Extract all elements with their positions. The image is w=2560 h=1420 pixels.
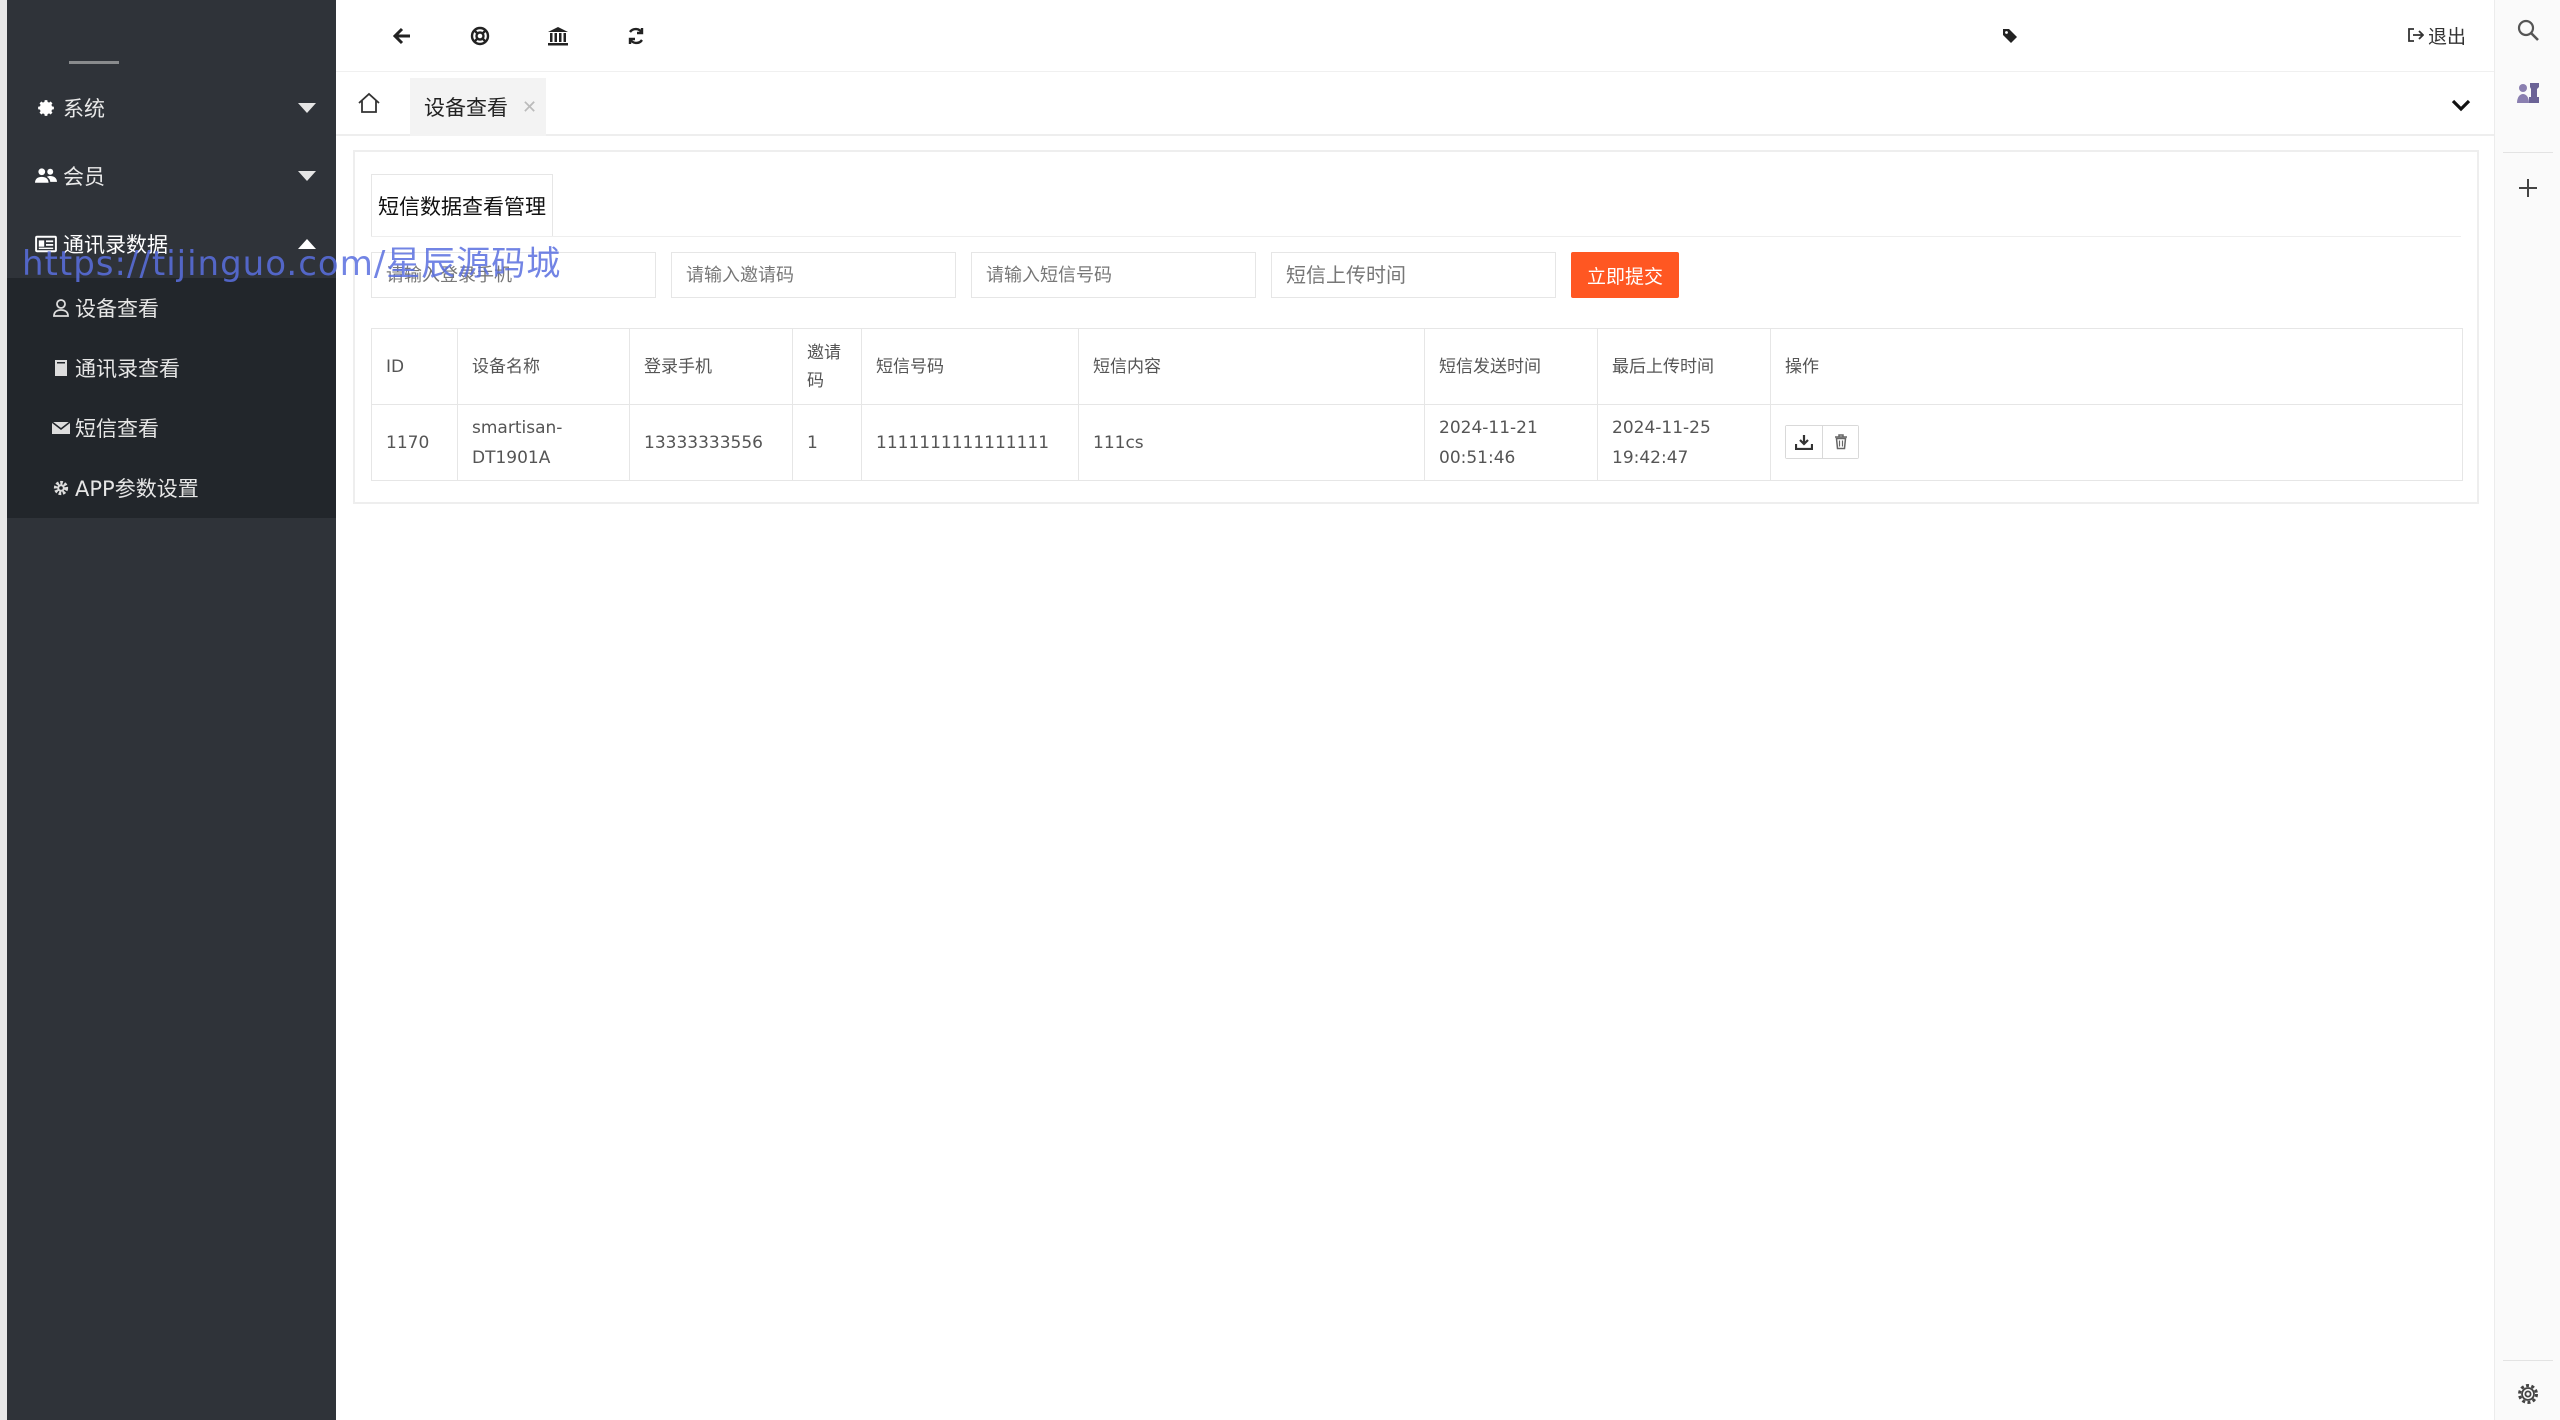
- sidebar-item-label: 设备查看: [75, 297, 159, 321]
- sidebar-submenu: 设备查看 通讯录查看 短信查看 APP参数设置: [7, 278, 336, 518]
- users-icon: [35, 165, 57, 187]
- tag-icon[interactable]: [1996, 22, 2024, 50]
- sidebar-menu-label: 系统: [63, 97, 105, 121]
- sidebar-menu-member[interactable]: 会员: [7, 142, 336, 210]
- cell-device-name: smartisan-DT1901A: [457, 404, 630, 481]
- logout-label: 退出: [2427, 26, 2466, 48]
- right-tool-strip: [2494, 0, 2560, 1420]
- watermark-text: https://tijinguo.com/星辰源码城: [22, 244, 562, 284]
- settings-gear-icon[interactable]: [2514, 1380, 2542, 1408]
- delete-button[interactable]: [1822, 426, 1858, 458]
- book-icon: [51, 358, 71, 378]
- bank-icon[interactable]: [544, 22, 572, 50]
- divider: [371, 236, 2461, 237]
- arrow-left-icon[interactable]: [388, 22, 416, 50]
- cell-id: 1170: [371, 404, 458, 481]
- column-header[interactable]: 设备名称: [457, 328, 630, 405]
- plus-icon[interactable]: [2514, 174, 2542, 202]
- gear-icon: [51, 478, 71, 498]
- cell-upload-time: 2024-11-25 19:42:47: [1597, 404, 1771, 481]
- column-header[interactable]: 短信号码: [861, 328, 1079, 405]
- tab-label: 设备查看: [424, 96, 508, 120]
- cell-send-time: 2024-11-21 00:51:46: [1424, 404, 1598, 481]
- tab-bar: 设备查看 ✕: [336, 72, 2494, 136]
- cell-sms-number: 1111111111111111: [861, 404, 1079, 481]
- sidebar-item-contacts-view[interactable]: 通讯录查看: [7, 338, 336, 398]
- column-header[interactable]: 短信内容: [1078, 328, 1425, 405]
- logout-icon: [2408, 25, 2425, 47]
- cell-sms-content: 111cs: [1078, 404, 1425, 481]
- table-row: 1170 smartisan-DT1901A 13333333556 1 111…: [371, 404, 2463, 481]
- submit-button[interactable]: 立即提交: [1571, 252, 1680, 298]
- close-icon[interactable]: ✕: [522, 97, 537, 118]
- download-button[interactable]: [1786, 426, 1822, 458]
- sidebar-item-sms-view[interactable]: 短信查看: [7, 398, 336, 458]
- column-header[interactable]: 操作: [1770, 328, 2463, 405]
- sidebar-item-label: 通讯录查看: [75, 357, 180, 381]
- envelope-icon: [51, 418, 71, 438]
- top-header: 退出: [336, 0, 2494, 72]
- chess-pieces-icon[interactable]: [2514, 78, 2542, 106]
- column-header[interactable]: 邀请码: [792, 328, 862, 405]
- divider: [2503, 1360, 2553, 1361]
- sidebar-menu-label: 会员: [63, 165, 105, 189]
- column-header-text: 邀请码: [807, 342, 841, 391]
- divider: [2503, 152, 2553, 153]
- device-name-text: smartisan-DT1901A: [472, 417, 563, 468]
- chevron-down-icon[interactable]: [2448, 92, 2474, 118]
- cell-login-phone: 13333333556: [629, 404, 793, 481]
- column-header[interactable]: 登录手机: [629, 328, 793, 405]
- invite-code-input[interactable]: [671, 252, 956, 298]
- upload-time-input[interactable]: [1271, 252, 1556, 298]
- left-edge-strip: [0, 0, 7, 1420]
- main-panel: 短信数据查看管理 立即提交 ID 设备名称 登录手机 邀请码 短信号码 短信内容…: [353, 150, 2479, 504]
- sidebar-logo: [7, 0, 336, 74]
- cell-invite-code: 1: [792, 404, 862, 481]
- column-header[interactable]: ID: [371, 328, 458, 405]
- trash-icon: [1834, 434, 1847, 450]
- sidebar-menu-system[interactable]: 系统: [7, 74, 336, 142]
- user-icon: [51, 298, 71, 318]
- upload-time-text: 2024-11-25 19:42:47: [1612, 417, 1711, 468]
- download-icon: [1795, 435, 1813, 450]
- app-root: 系统 会员 通讯录数据 设备查看 通讯录查看 短信查看 APP参数设置 http…: [0, 0, 2560, 1420]
- search-form: 立即提交: [371, 252, 1680, 300]
- sidebar-item-device-view[interactable]: 设备查看: [7, 278, 336, 338]
- send-time-text: 2024-11-21 00:51:46: [1439, 417, 1538, 468]
- column-header[interactable]: 最后上传时间: [1597, 328, 1771, 405]
- tab-device-view[interactable]: 设备查看 ✕: [410, 78, 546, 136]
- sms-number-input[interactable]: [971, 252, 1256, 298]
- column-header[interactable]: 短信发送时间: [1424, 328, 1598, 405]
- home-icon[interactable]: [354, 88, 384, 118]
- logout-button[interactable]: 退出: [2408, 22, 2466, 49]
- sidebar-item-label: APP参数设置: [75, 477, 199, 501]
- caret-down-icon: [298, 171, 316, 181]
- sidebar-item-app-settings[interactable]: APP参数设置: [7, 458, 336, 518]
- panel-tab-title[interactable]: 短信数据查看管理: [371, 174, 553, 236]
- gear-icon: [35, 97, 57, 119]
- cell-actions: [1770, 404, 2463, 481]
- search-icon[interactable]: [2514, 16, 2542, 44]
- sms-data-table: ID 设备名称 登录手机 邀请码 短信号码 短信内容 短信发送时间 最后上传时间…: [371, 328, 2463, 481]
- table-header-row: ID 设备名称 登录手机 邀请码 短信号码 短信内容 短信发送时间 最后上传时间…: [371, 328, 2463, 405]
- caret-down-icon: [298, 103, 316, 113]
- sidebar: 系统 会员 通讯录数据 设备查看 通讯录查看 短信查看 APP参数设置: [7, 0, 336, 1420]
- sidebar-item-label: 短信查看: [75, 417, 159, 441]
- lifebuoy-icon[interactable]: [466, 22, 494, 50]
- refresh-icon[interactable]: [622, 22, 650, 50]
- action-buttons: [1785, 425, 1859, 459]
